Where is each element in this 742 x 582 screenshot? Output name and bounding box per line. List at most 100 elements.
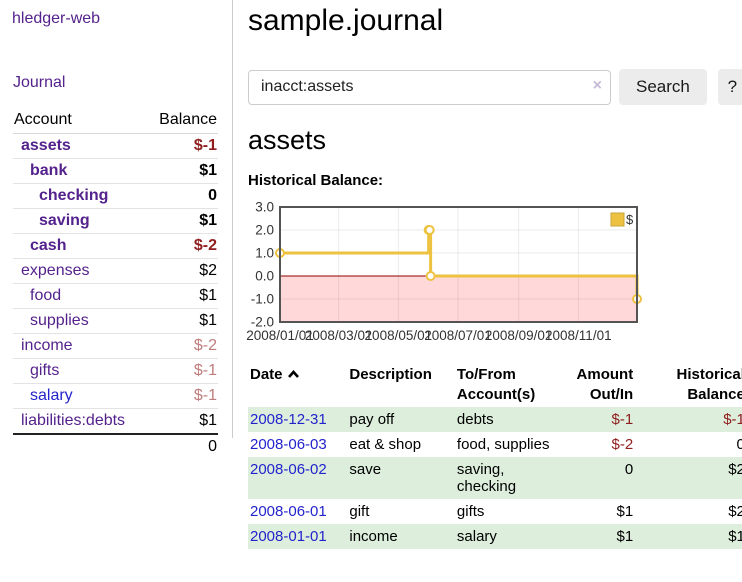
account-link[interactable]: saving xyxy=(39,212,90,229)
transaction-row: 2008-01-01incomesalary$1$1 xyxy=(248,524,742,549)
transaction-accounts: saving, checking xyxy=(455,457,562,499)
svg-text:2008/09/01: 2008/09/01 xyxy=(485,328,553,343)
accounts-header-row: Account Balance xyxy=(13,109,218,134)
page-title: sample.journal xyxy=(248,3,742,39)
sidebar: hledger-web Journal Account Balance asse… xyxy=(0,0,233,438)
svg-text:$: $ xyxy=(626,212,634,227)
account-balance: $1 xyxy=(147,409,218,435)
search-input-wrap: × xyxy=(248,70,611,105)
transaction-row: 2008-06-01giftgifts$1$2 xyxy=(248,499,742,524)
transaction-balance: $-1 xyxy=(635,407,742,432)
sort-ascending-icon xyxy=(287,366,300,386)
account-balance: $1 xyxy=(147,159,218,184)
register-header-amount: Amount Out/In xyxy=(561,363,635,407)
register-header-balance: Historical Balance xyxy=(635,363,742,407)
help-button[interactable]: ? xyxy=(718,69,742,105)
accounts-total-value: 0 xyxy=(147,434,218,459)
accounts-total-row: 0 xyxy=(13,434,218,459)
svg-text:3.0: 3.0 xyxy=(255,200,274,215)
transaction-row: 2008-06-02savesaving, checking0$2 xyxy=(248,457,742,499)
register-header-accounts: To/From Account(s) xyxy=(455,363,562,407)
svg-text:-1.0: -1.0 xyxy=(251,292,274,307)
account-row: expenses$2 xyxy=(13,259,218,284)
account-row: checking 0 xyxy=(13,184,218,209)
accounts-table: Account Balance assets$-1bank$1checking0… xyxy=(13,109,218,459)
svg-text:2008/03/01: 2008/03/01 xyxy=(305,328,373,343)
svg-text:2008/01/01: 2008/01/01 xyxy=(246,328,314,343)
historical-balance-chart: $3.02.01.00.0-1.0-2.02008/01/012008/03/0… xyxy=(248,204,648,346)
account-link[interactable]: income xyxy=(21,337,73,354)
transaction-balance: $1 xyxy=(635,524,742,549)
transaction-amount: $1 xyxy=(561,524,635,549)
transaction-amount: $-1 xyxy=(561,407,635,432)
transaction-row: 2008-12-31pay offdebts$-1$-1 xyxy=(248,407,742,432)
transaction-accounts: food, supplies xyxy=(455,432,562,457)
account-balance: $-2 xyxy=(147,234,218,259)
account-link[interactable]: liabilities:debts xyxy=(21,412,125,429)
clear-search-icon[interactable]: × xyxy=(593,77,602,95)
svg-text:1.0: 1.0 xyxy=(255,246,274,261)
transaction-date-link[interactable]: 2008-06-03 xyxy=(250,436,327,453)
account-link[interactable]: expenses xyxy=(21,262,90,279)
account-row: bank $1 xyxy=(13,159,218,184)
transaction-description: income xyxy=(347,524,455,549)
svg-text:2.0: 2.0 xyxy=(255,223,274,238)
account-row: gifts $-1 xyxy=(13,359,218,384)
transaction-date-link[interactable]: 2008-06-02 xyxy=(250,461,327,478)
transaction-amount: $-2 xyxy=(561,432,635,457)
transaction-balance: $2 xyxy=(635,499,742,524)
account-row: assets$-1 xyxy=(13,134,218,159)
account-row: income $-2 xyxy=(13,334,218,359)
transaction-date-link[interactable]: 2008-01-01 xyxy=(250,528,327,545)
account-link[interactable]: food xyxy=(30,287,61,304)
svg-text:2008/05/01: 2008/05/01 xyxy=(365,328,433,343)
account-balance: $1 xyxy=(147,209,218,234)
accounts-tbody: assets$-1bank$1checking0saving$1cash$-2e… xyxy=(13,134,218,435)
account-row: food $1 xyxy=(13,284,218,309)
account-balance: 0 xyxy=(147,184,218,209)
account-row: saving $1 xyxy=(13,209,218,234)
page: hledger-web Journal Account Balance asse… xyxy=(0,0,742,549)
transaction-amount: 0 xyxy=(561,457,635,499)
account-balance: $1 xyxy=(147,284,218,309)
register-header-description: Description xyxy=(347,363,455,407)
svg-text:2008/11/01: 2008/11/01 xyxy=(545,328,612,343)
accounts-header-balance: Balance xyxy=(147,109,218,134)
register-tbody: 2008-12-31pay offdebts$-1$-12008-06-03ea… xyxy=(248,407,742,549)
transaction-description: eat & shop xyxy=(347,432,455,457)
search-input[interactable] xyxy=(248,70,611,105)
transaction-row: 2008-06-03 eat & shopfood, supplies$-20 xyxy=(248,432,742,457)
transaction-date-link[interactable]: 2008-06-01 xyxy=(250,503,327,520)
transaction-balance: 0 xyxy=(635,432,742,457)
svg-text:0.0: 0.0 xyxy=(255,269,274,284)
svg-text:2008/07/01: 2008/07/01 xyxy=(424,328,492,343)
account-link[interactable]: bank xyxy=(30,162,67,179)
account-row: cash $-2 xyxy=(13,234,218,259)
account-link[interactable]: checking xyxy=(39,187,108,204)
app-title-link[interactable]: hledger-web xyxy=(12,10,218,28)
transaction-accounts: debts xyxy=(455,407,562,432)
sidebar-item-journal[interactable]: Journal xyxy=(13,74,218,92)
account-balance: $-1 xyxy=(147,359,218,384)
accounts-header-account: Account xyxy=(13,109,147,134)
account-heading: assets xyxy=(248,125,742,156)
account-link[interactable]: salary xyxy=(30,387,73,404)
search-form: × Search ? xyxy=(248,69,742,105)
search-button[interactable]: Search xyxy=(619,69,707,105)
chart-box: $3.02.01.00.0-1.0-2.02008/01/012008/03/0… xyxy=(248,204,742,346)
account-link[interactable]: gifts xyxy=(30,362,59,379)
account-link[interactable]: cash xyxy=(30,237,66,254)
register-header-date[interactable]: Date xyxy=(248,363,347,407)
transaction-date-link[interactable]: 2008-12-31 xyxy=(250,411,327,428)
register-header-row: Date Description To/From Account(s) Amou… xyxy=(248,363,742,407)
account-row: salary $-1 xyxy=(13,384,218,409)
transaction-accounts: gifts xyxy=(455,499,562,524)
account-link[interactable]: supplies xyxy=(30,312,89,329)
account-balance: $-2 xyxy=(147,334,218,359)
account-balance: $-1 xyxy=(147,384,218,409)
account-link[interactable]: assets xyxy=(21,137,71,154)
account-row: liabilities:debts $1 xyxy=(13,409,218,435)
transaction-description: pay off xyxy=(347,407,455,432)
account-row: supplies$1 xyxy=(13,309,218,334)
main-content: sample.journal × Search ? assets Histori… xyxy=(233,0,742,549)
